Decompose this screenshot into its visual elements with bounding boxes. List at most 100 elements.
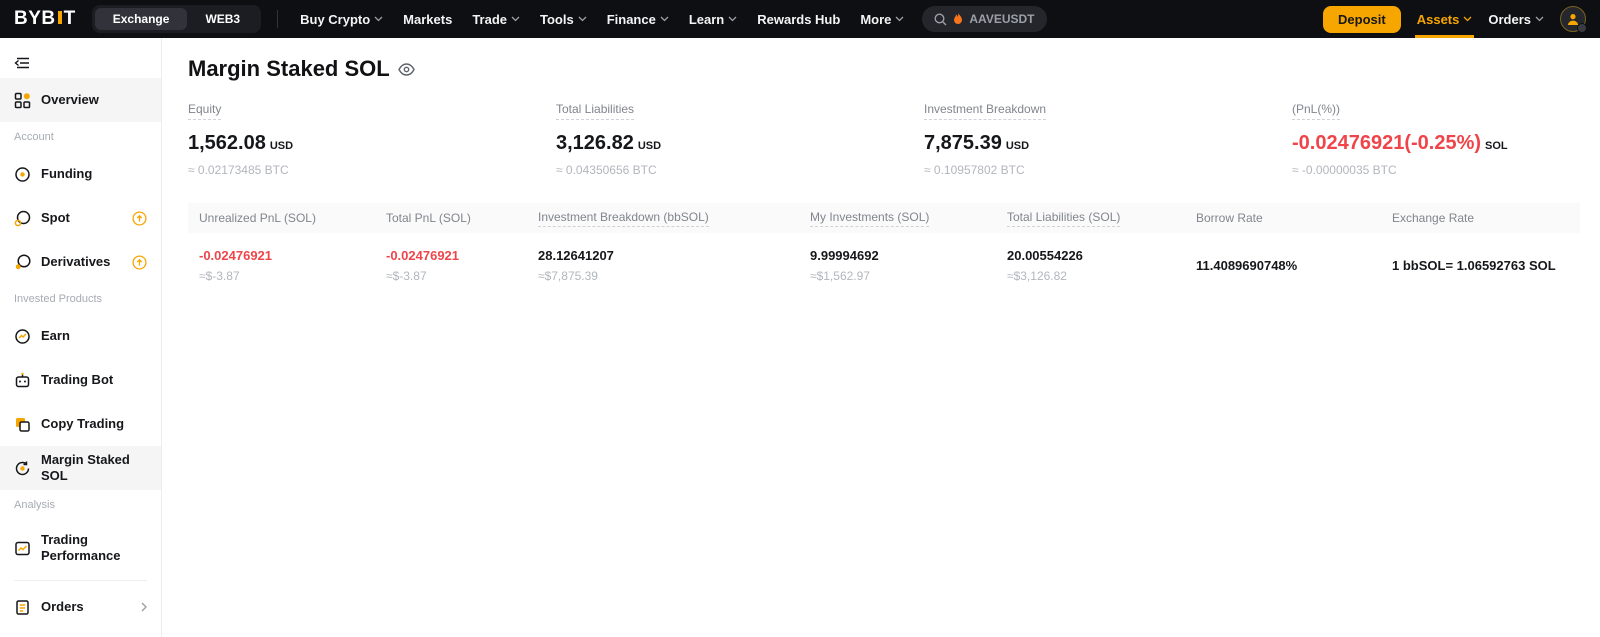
earn-icon: [14, 328, 31, 345]
derivatives-transfer-button[interactable]: [132, 255, 147, 270]
top-navbar: BYB T Exchange WEB3 Buy Crypto Markets Tr…: [0, 0, 1600, 38]
cell-unrealized-pnl: -0.02476921 ≈$-3.87: [199, 248, 386, 283]
table-header-row: Unrealized PnL (SOL) Total PnL (SOL) Inv…: [188, 203, 1580, 233]
toggle-exchange[interactable]: Exchange: [95, 8, 188, 30]
nav-menu: Buy Crypto Markets Trade Tools Finance L…: [290, 12, 914, 27]
stat-label: Equity: [188, 102, 221, 120]
sidebar-collapse-button[interactable]: [0, 48, 161, 78]
cell-borrow-rate: 11.4089690748%: [1196, 248, 1392, 283]
chevron-down-icon: [728, 16, 737, 22]
cell-investment-breakdown: 28.12641207 ≈$7,875.39: [538, 248, 810, 283]
sidebar-item-margin-staked-sol[interactable]: Margin Staked SOL: [0, 446, 161, 490]
sidebar-item-orders[interactable]: Orders: [0, 585, 161, 629]
logo-yellow-i: [58, 11, 62, 24]
cell-my-investments: 9.99994692 ≈$1,562.97: [810, 248, 1007, 283]
orders-expand-chevron[interactable]: [141, 602, 147, 612]
col-total-pnl: Total PnL (SOL): [386, 211, 538, 225]
cell-total-pnl: -0.02476921 ≈$-3.87: [386, 248, 538, 283]
sidebar-item-overview[interactable]: Overview: [0, 78, 161, 122]
trading-bot-icon: [14, 372, 31, 389]
sidebar-item-derivatives[interactable]: Derivatives: [0, 240, 161, 284]
sidebar-item-trading-performance[interactable]: Trading Performance: [0, 520, 161, 576]
positions-table: Unrealized PnL (SOL) Total PnL (SOL) Inv…: [188, 203, 1580, 297]
chevron-down-icon: [1535, 16, 1544, 22]
page-title: Margin Staked SOL: [188, 56, 1580, 82]
deposit-button[interactable]: Deposit: [1323, 6, 1401, 33]
sidebar-section-invested-products: Invested Products: [0, 284, 161, 314]
overview-grid-icon: [14, 92, 31, 109]
chevron-down-icon: [660, 16, 669, 22]
page-title-text: Margin Staked SOL: [188, 56, 390, 82]
assets-menu[interactable]: Assets: [1417, 0, 1473, 38]
nav-trade[interactable]: Trade: [462, 12, 530, 27]
stat-btc-equiv: ≈ -0.00000035 BTC: [1292, 163, 1600, 177]
nav-divider: [277, 10, 278, 28]
stat-label: Investment Breakdown: [924, 102, 1046, 120]
nav-more[interactable]: More: [850, 12, 914, 27]
nav-buy-crypto[interactable]: Buy Crypto: [290, 12, 393, 27]
sidebar-item-trading-bot[interactable]: Trading Bot: [0, 358, 161, 402]
circled-up-arrow-icon: [132, 211, 147, 226]
search-value: AAVEUSDT: [969, 12, 1034, 26]
avatar-badge: [1577, 23, 1587, 33]
sidebar-section-analysis: Analysis: [0, 490, 161, 520]
spot-icon: [14, 210, 31, 227]
sidebar-item-spot[interactable]: Spot: [0, 196, 161, 240]
chevron-down-icon: [895, 16, 904, 22]
stat-unit: USD: [1006, 140, 1029, 152]
bybit-logo[interactable]: BYB T: [14, 8, 76, 30]
search-input[interactable]: AAVEUSDT: [922, 6, 1046, 32]
eye-visibility-icon[interactable]: [398, 63, 415, 76]
sidebar-item-copy-trading[interactable]: Copy Trading: [0, 402, 161, 446]
chevron-right-icon: [141, 602, 147, 612]
nav-right-group: Deposit Assets Orders: [1323, 0, 1586, 38]
chevron-down-icon: [511, 16, 520, 22]
stat-equity: Equity 1,562.08 USD ≈ 0.02173485 BTC: [188, 102, 556, 177]
logo-text-right: T: [64, 8, 76, 30]
orders-menu[interactable]: Orders: [1488, 0, 1544, 38]
nav-markets[interactable]: Markets: [393, 12, 462, 27]
spot-transfer-button[interactable]: [132, 211, 147, 226]
nav-finance[interactable]: Finance: [597, 12, 679, 27]
logo-text-left: BYB: [14, 8, 56, 30]
sidebar-section-account: Account: [0, 122, 161, 152]
chevron-down-icon: [374, 16, 383, 22]
stat-btc-equiv: ≈ 0.02173485 BTC: [188, 163, 556, 177]
cell-total-liabilities: 20.00554226 ≈$3,126.82: [1007, 248, 1196, 283]
stat-value: 7,875.39: [924, 132, 1002, 154]
stat-unit: USD: [270, 140, 293, 152]
search-icon: [934, 13, 947, 26]
sidebar-item-earn[interactable]: Earn: [0, 314, 161, 358]
sidebar: Overview Account Funding Spot Derivative…: [0, 38, 162, 637]
stats-row: Equity 1,562.08 USD ≈ 0.02173485 BTC Tota…: [188, 102, 1580, 177]
margin-staked-sol-icon: [14, 460, 31, 477]
col-my-investments: My Investments (SOL): [810, 210, 1007, 227]
copy-trading-icon: [14, 416, 31, 433]
stat-value: 1,562.08: [188, 132, 266, 154]
flame-icon: [953, 13, 963, 25]
col-investment-breakdown: Investment Breakdown (bbSOL): [538, 210, 810, 227]
stat-btc-equiv: ≈ 0.10957802 BTC: [924, 163, 1292, 177]
stat-investment-breakdown: Investment Breakdown 7,875.39 USD ≈ 0.109…: [924, 102, 1292, 177]
derivatives-icon: [14, 254, 31, 271]
nav-learn[interactable]: Learn: [679, 12, 747, 27]
stat-btc-equiv: ≈ 0.04350656 BTC: [556, 163, 924, 177]
toggle-web3[interactable]: WEB3: [187, 8, 258, 30]
sidebar-item-funding[interactable]: Funding: [0, 152, 161, 196]
col-unrealized-pnl: Unrealized PnL (SOL): [199, 211, 386, 225]
sidebar-divider: [14, 580, 147, 581]
nav-rewards-hub[interactable]: Rewards Hub: [747, 12, 850, 27]
trading-performance-icon: [14, 540, 31, 557]
orders-doc-icon: [14, 599, 31, 616]
stat-value: 3,126.82: [556, 132, 634, 154]
exchange-web3-toggle: Exchange WEB3: [92, 5, 261, 33]
cell-exchange-rate: 1 bbSOL= 1.06592763 SOL: [1392, 248, 1569, 283]
main-content: Margin Staked SOL Equity 1,562.08 USD ≈ 0…: [162, 38, 1600, 637]
nav-tools[interactable]: Tools: [530, 12, 597, 27]
stat-total-liabilities: Total Liabilities 3,126.82USD ≈ 0.043506…: [556, 102, 924, 177]
stat-label: Total Liabilities: [556, 102, 634, 120]
user-avatar[interactable]: [1560, 6, 1586, 32]
table-row: -0.02476921 ≈$-3.87 -0.02476921 ≈$-3.87 …: [188, 233, 1580, 297]
stat-pnl: (PnL(%)) -0.02476921(-0.25%)SOL ≈ -0.000…: [1292, 102, 1600, 177]
chevron-down-icon: [578, 16, 587, 22]
